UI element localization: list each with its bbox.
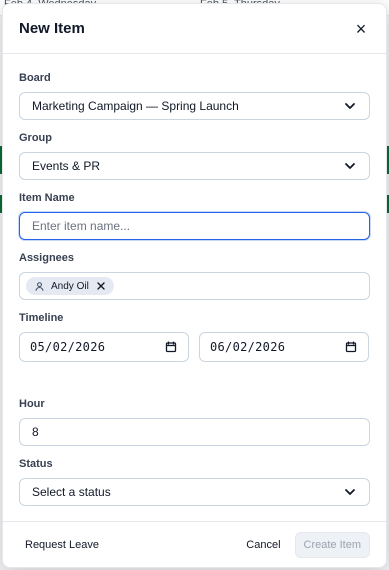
group-label: Group [19, 132, 52, 144]
item-name-placeholder: Enter item name... [32, 219, 131, 233]
board-label: Board [19, 72, 51, 84]
user-icon [33, 280, 45, 292]
footer-right: Cancel Create Item [240, 531, 370, 558]
timeline-row: 05/02/2026 06/02/2026 [19, 332, 370, 362]
timeline-label: Timeline [19, 312, 64, 324]
timeline-field: Timeline 05/02/2026 06/02/2026 [19, 312, 370, 362]
modal-header: New Item × [3, 4, 386, 54]
status-field: Status Select a status [19, 458, 370, 506]
request-leave-button[interactable]: Request Leave [19, 533, 105, 557]
modal-title: New Item [19, 20, 85, 37]
assignee-chip[interactable]: Andy Oil [26, 277, 114, 295]
end-date-input[interactable]: 06/02/2026 [199, 332, 369, 362]
close-icon [97, 282, 105, 290]
hour-field: Hour 8 [19, 398, 370, 446]
group-select[interactable]: Events & PR [19, 152, 370, 180]
board-value: Marketing Campaign — Spring Launch [32, 99, 239, 113]
status-value: Select a status [32, 485, 111, 499]
assignees-field: Assignees Andy Oil [19, 252, 370, 300]
create-item-button[interactable]: Create Item [294, 531, 370, 558]
new-item-modal: New Item × Board Marketing Campaign — Sp… [2, 3, 387, 568]
close-icon: × [355, 18, 367, 39]
status-select[interactable]: Select a status [19, 478, 370, 506]
assignees-input[interactable]: Andy Oil [19, 272, 370, 300]
item-name-field: Item Name Enter item name... [19, 192, 370, 240]
group-value: Events & PR [32, 159, 101, 173]
group-field: Group Events & PR [19, 132, 370, 180]
chevron-down-icon [343, 99, 357, 113]
close-button[interactable]: × [352, 20, 370, 38]
cancel-button[interactable]: Cancel [240, 533, 286, 557]
hour-label: Hour [19, 398, 45, 410]
start-date-input[interactable]: 05/02/2026 [19, 332, 189, 362]
chevron-down-icon [343, 485, 357, 499]
remove-assignee-button[interactable] [95, 280, 107, 292]
item-name-label: Item Name [19, 192, 75, 204]
modal-footer: Request Leave Cancel Create Item [3, 521, 386, 567]
end-date-value: 06/02/2026 [210, 340, 286, 354]
start-date-value: 05/02/2026 [30, 340, 106, 354]
calendar-icon[interactable] [344, 340, 358, 354]
status-label: Status [19, 458, 53, 470]
calendar-icon[interactable] [164, 340, 178, 354]
chevron-down-icon [343, 159, 357, 173]
board-select[interactable]: Marketing Campaign — Spring Launch [19, 92, 370, 120]
item-name-input[interactable]: Enter item name... [19, 212, 370, 240]
assignees-label: Assignees [19, 252, 75, 264]
modal-body: Board Marketing Campaign — Spring Launch… [3, 54, 386, 506]
footer-left: Request Leave [19, 533, 240, 557]
board-field: Board Marketing Campaign — Spring Launch [19, 72, 370, 120]
hour-input[interactable]: 8 [19, 418, 370, 446]
hour-value: 8 [32, 425, 39, 439]
assignee-name: Andy Oil [51, 280, 89, 292]
